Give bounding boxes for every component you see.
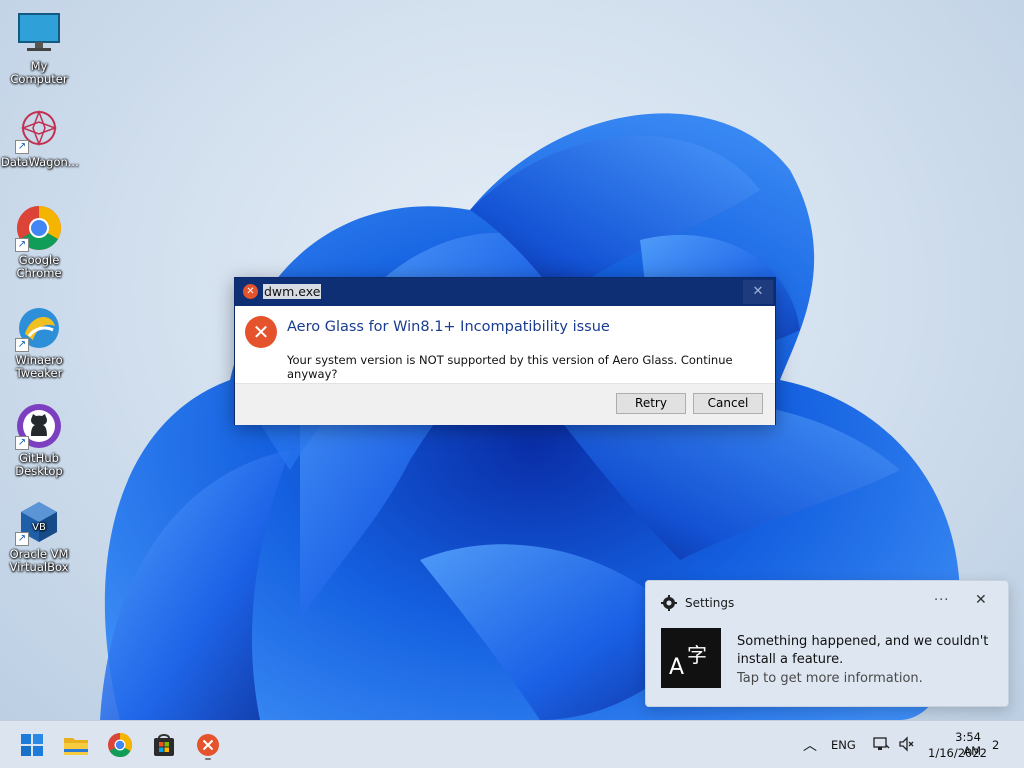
winaero-icon: ↗: [15, 304, 63, 352]
svg-text:VB: VB: [32, 522, 46, 533]
virtualbox-icon: VB ↗: [15, 498, 63, 546]
start-icon[interactable]: [16, 729, 48, 761]
toast-message-line-2: install a feature.: [737, 652, 844, 667]
language-indicator[interactable]: ENG: [831, 738, 856, 752]
clock-date[interactable]: 1/16/2022: [928, 746, 987, 760]
more-options-icon[interactable]: ···: [934, 593, 949, 608]
shortcut-arrow-icon: ↗: [15, 436, 29, 450]
monitor-icon: [15, 10, 63, 58]
desktop-icon-my-computer[interactable]: My Computer: [1, 10, 77, 86]
error-app-icon[interactable]: [192, 729, 224, 761]
chrome-icon: ↗: [15, 204, 63, 252]
desktop-icon-label: Google Chrome: [16, 253, 62, 280]
dialog-body: ✕ Aero Glass for Win8.1+ Incompatibility…: [235, 307, 775, 383]
cancel-button[interactable]: Cancel: [693, 393, 763, 414]
gear-icon: [661, 595, 677, 611]
chevron-up-icon[interactable]: ︿: [803, 735, 817, 755]
toast-app-name: Settings: [685, 596, 735, 610]
store-icon[interactable]: [148, 729, 180, 761]
volume-muted-icon[interactable]: [898, 735, 916, 756]
github-icon: ↗: [15, 402, 63, 450]
svg-text:A: A: [669, 655, 684, 680]
dialog-message: Your system version is NOT supported by …: [287, 353, 733, 381]
taskbar: ︿ ENG 3:54 AM 1/16/2022 2: [0, 720, 1024, 768]
toast-message-line-1: Something happened, and we couldn't: [737, 634, 989, 649]
file-explorer-icon[interactable]: [60, 729, 92, 761]
shortcut-arrow-icon: ↗: [15, 238, 29, 252]
notification-toast[interactable]: Settings ··· ✕ A字 Something happened, an…: [645, 580, 1009, 707]
toast-hint: Tap to get more information.: [737, 671, 923, 686]
dialog-footer: Retry Cancel: [235, 383, 775, 425]
desktop-icon-virtualbox[interactable]: VB ↗ Oracle VM VirtualBox: [1, 498, 77, 574]
svg-text:字: 字: [687, 643, 707, 667]
desktop-icon-github-desktop[interactable]: ↗ GitHub Desktop: [1, 402, 77, 478]
shortcut-arrow-icon: ↗: [15, 532, 29, 546]
desktop-icon-label: My Computer: [10, 59, 68, 86]
dialog-heading: Aero Glass for Win8.1+ Incompatibility i…: [287, 319, 610, 335]
notification-count-badge[interactable]: 2: [992, 738, 999, 752]
desktop-icon-label: DataWagon...: [1, 155, 79, 169]
retry-button[interactable]: Retry: [616, 393, 686, 414]
error-icon: ✕: [245, 316, 277, 348]
desktop-icon-label: GitHub Desktop: [15, 451, 63, 478]
error-icon: ✕: [243, 284, 258, 299]
desktop-icon-label: Winaero Tweaker: [15, 353, 63, 380]
toast-close-button[interactable]: ✕: [975, 592, 987, 608]
desktop-icon-google-chrome[interactable]: ↗ Google Chrome: [1, 204, 77, 280]
chrome-icon[interactable]: [104, 729, 136, 761]
desktop-icon-winaero-tweaker[interactable]: ↗ Winaero Tweaker: [1, 304, 77, 380]
datawagon-icon: ↗: [15, 106, 63, 154]
dialog-title: dwm.exe: [263, 284, 322, 299]
desktop-icon-datawagon[interactable]: ↗ DataWagon...: [1, 106, 79, 169]
shortcut-arrow-icon: ↗: [15, 140, 29, 154]
desktop-icon-label: Oracle VM VirtualBox: [9, 547, 69, 574]
shortcut-arrow-icon: ↗: [15, 338, 29, 352]
network-icon[interactable]: [872, 735, 890, 756]
close-button[interactable]: ✕: [743, 280, 773, 304]
language-icon: A字: [661, 628, 721, 688]
dialog-titlebar[interactable]: ✕ dwm.exe ✕: [235, 278, 775, 306]
error-dialog: ✕ dwm.exe ✕ ✕ Aero Glass for Win8.1+ Inc…: [234, 277, 776, 425]
